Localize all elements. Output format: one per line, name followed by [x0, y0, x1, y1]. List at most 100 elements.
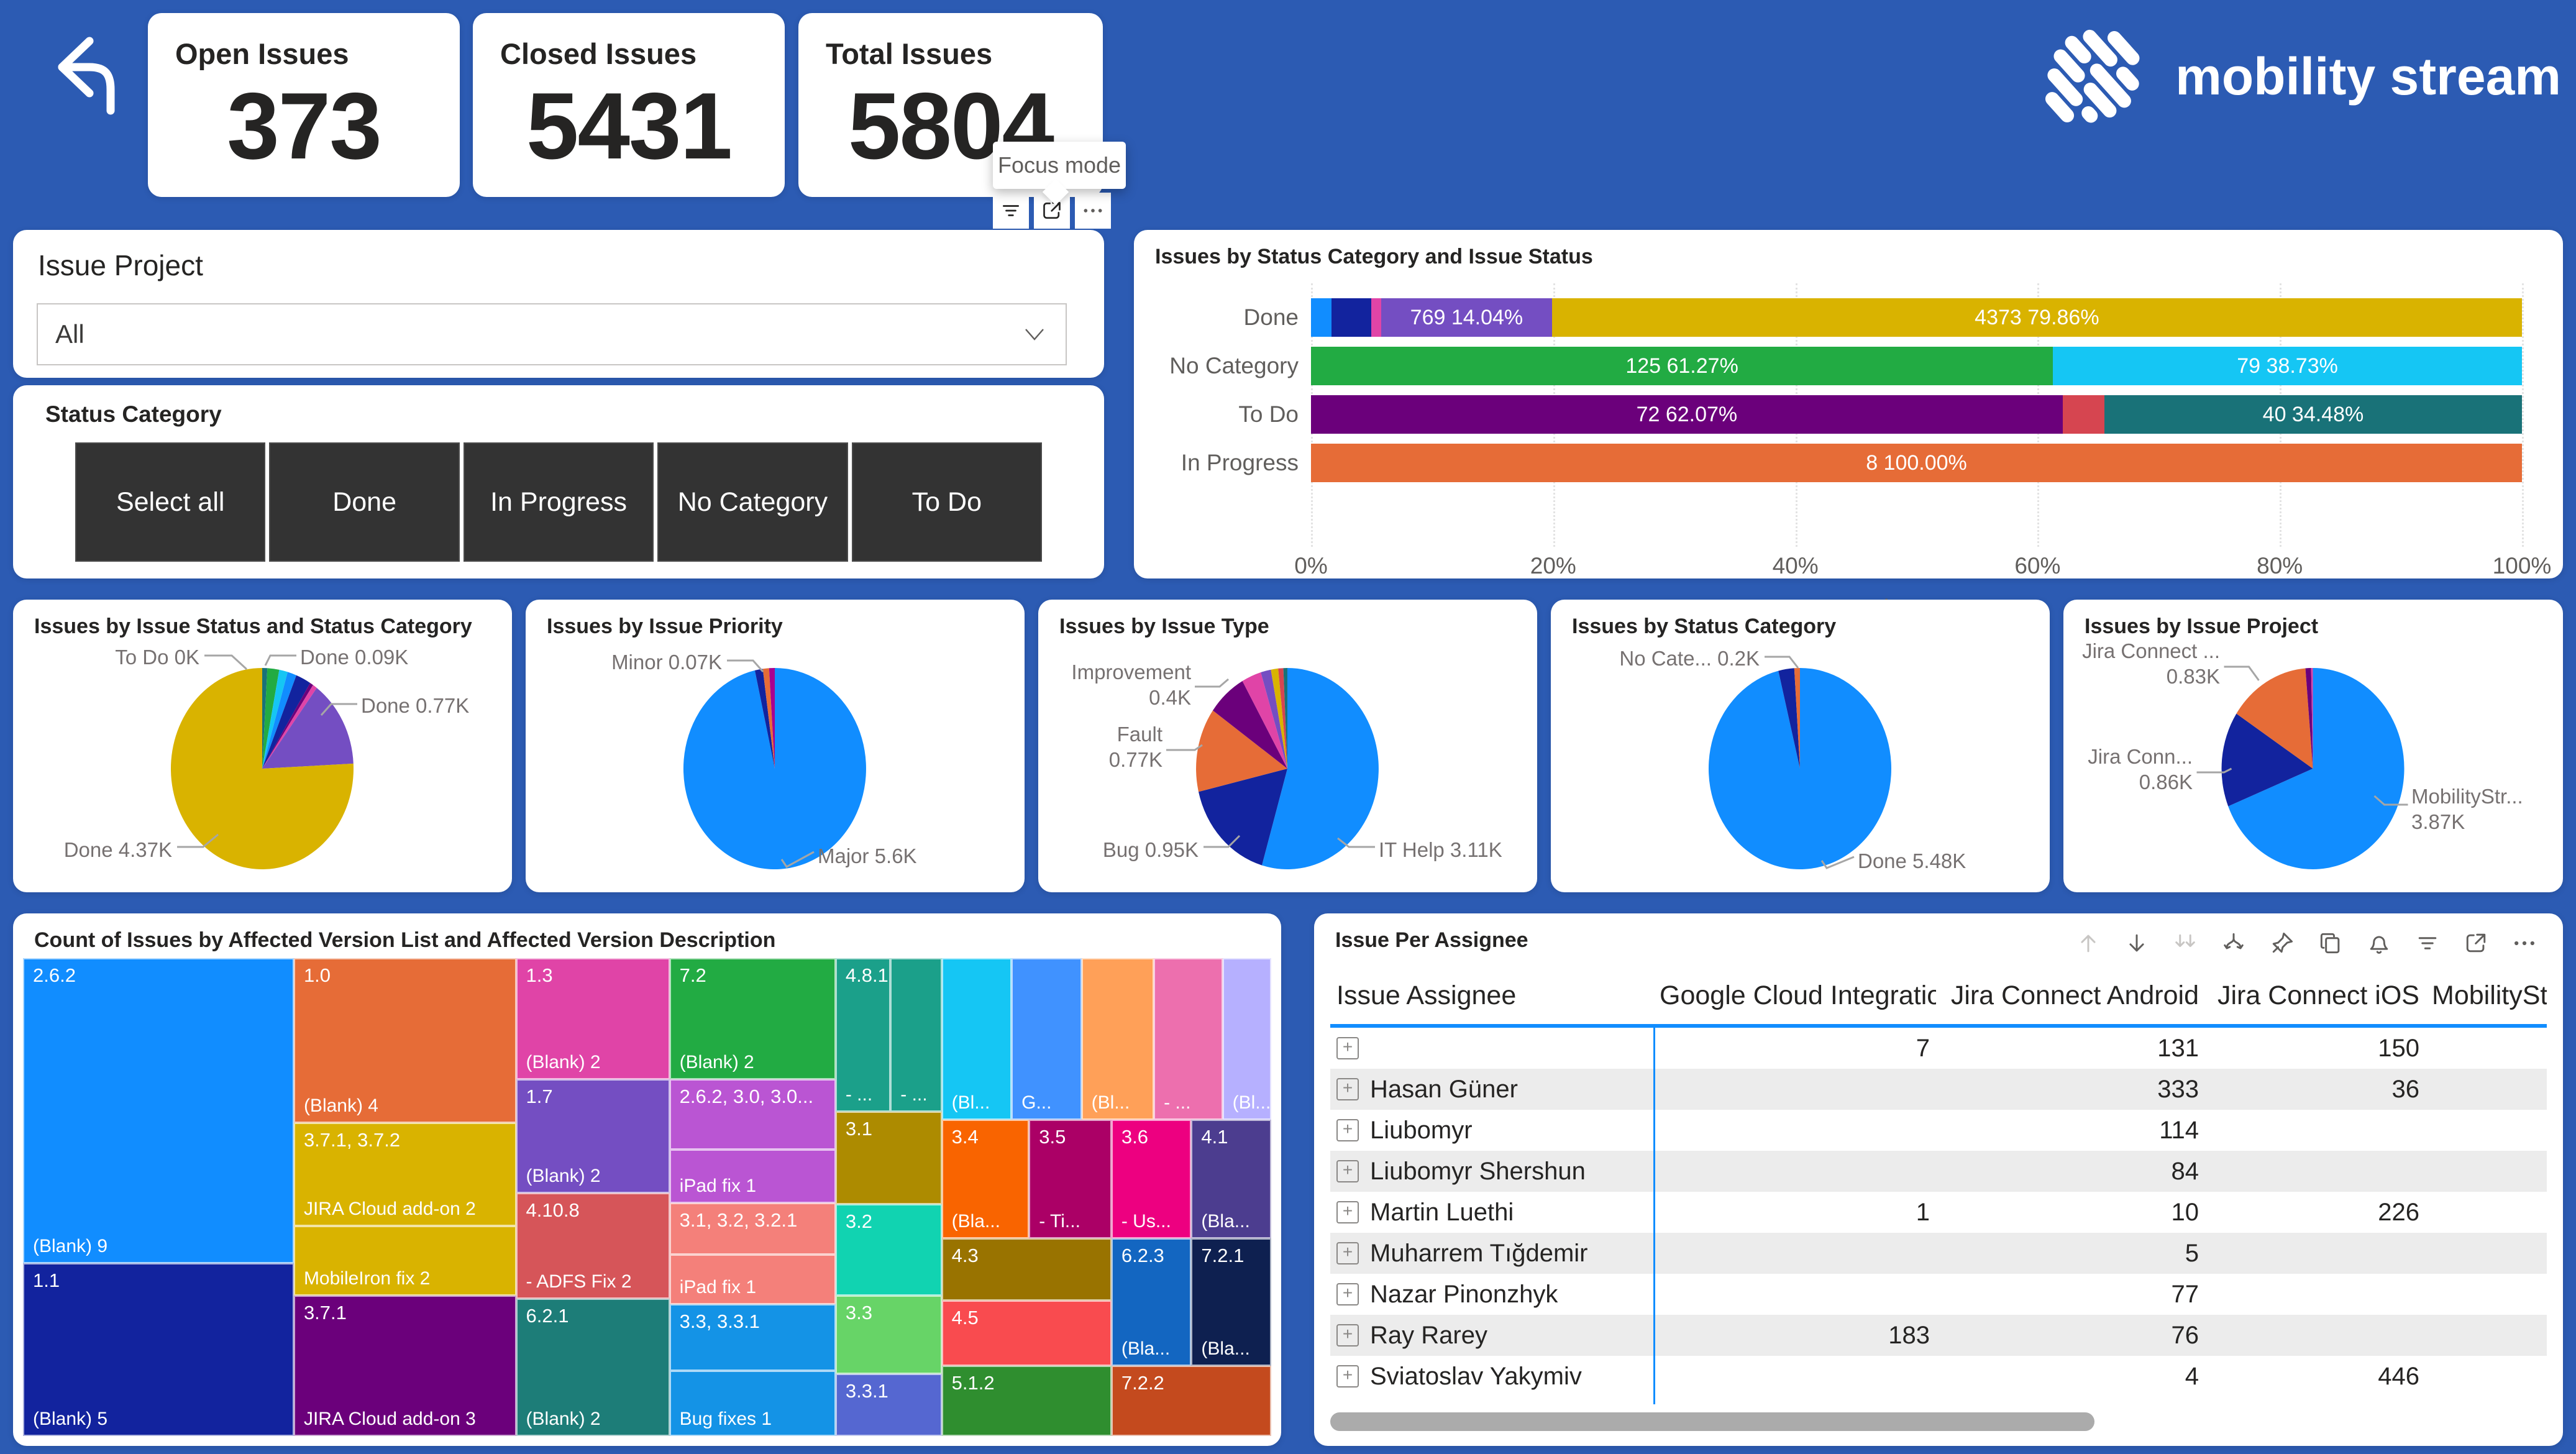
expand-icon[interactable]: +	[1336, 1324, 1359, 1347]
treemap-tile[interactable]: 4.10.8 - ADFS Fix 2	[516, 1193, 670, 1299]
arrow-up-icon[interactable]	[2075, 930, 2102, 957]
focus-mode-icon[interactable]	[2462, 930, 2490, 957]
bar-segment[interactable]	[1311, 298, 1331, 337]
slicer-button-to-do[interactable]: To Do	[852, 442, 1042, 562]
treemap-tile[interactable]: 6.2.3 (Bla...	[1112, 1238, 1192, 1366]
bar-segment[interactable]	[2063, 395, 2104, 434]
expand-icon[interactable]: +	[1336, 1160, 1359, 1182]
treemap-tile[interactable]: 3.3	[836, 1296, 942, 1374]
column-header[interactable]: Jira Connect Android	[1936, 981, 2205, 1011]
treemap-tile[interactable]: (Bl...	[1223, 958, 1271, 1120]
table-row[interactable]: +Sviatoslav Yakymiv4446	[1330, 1356, 2547, 1397]
drill-down-icon[interactable]	[2220, 930, 2247, 957]
table-row[interactable]: +7131150	[1330, 1028, 2547, 1069]
treemap-tile[interactable]: 2.6.2 (Blank) 9	[23, 958, 294, 1263]
treemap-tile[interactable]: - ...	[890, 958, 941, 1112]
treemap-tile[interactable]: 3.1, 3.2, 3.2.1	[670, 1203, 836, 1255]
treemap-tile[interactable]: 4.8.1, 4.9 - ...	[836, 958, 890, 1112]
treemap-tile[interactable]: 5.1.2	[942, 1366, 1112, 1436]
treemap-tile[interactable]: MobileIron fix 2	[294, 1226, 516, 1296]
bar-segment[interactable]: 8 100.00%	[1311, 444, 2522, 482]
treemap-tile[interactable]: iPad fix 1	[670, 1150, 836, 1203]
horizontal-scrollbar[interactable]	[1330, 1412, 2094, 1431]
bar-segment[interactable]	[1331, 298, 1371, 337]
treemap-tile[interactable]: 7.2 (Blank) 2	[670, 958, 836, 1079]
bell-icon[interactable]	[2365, 930, 2393, 957]
bar-segment[interactable]	[1371, 298, 1381, 337]
kpi-card-closed-issues: Closed Issues 5431	[473, 13, 785, 197]
bar-segment[interactable]: 40 34.48%	[2104, 395, 2522, 434]
back-button[interactable]	[30, 24, 129, 123]
more-options-icon[interactable]	[1080, 198, 1105, 223]
treemap-tile[interactable]: 1.3 (Blank) 2	[516, 958, 670, 1079]
treemap-tile[interactable]: 7.2.2	[1112, 1366, 1271, 1436]
expand-icon[interactable]: +	[1336, 1242, 1359, 1264]
filter-icon[interactable]	[998, 198, 1023, 223]
treemap-tile[interactable]: (Bl...	[942, 958, 1012, 1120]
pin-icon[interactable]	[2268, 930, 2296, 957]
slicer-button-done[interactable]: Done	[269, 442, 459, 562]
treemap-tile[interactable]: 1.7 (Blank) 2	[516, 1079, 670, 1193]
treemap-tile[interactable]: 2.6.2, 3.0, 3.0...	[670, 1079, 836, 1150]
column-header[interactable]: MobilitySt	[2426, 981, 2547, 1011]
treemap-tile[interactable]: 4.3	[942, 1238, 1112, 1301]
treemap-tile[interactable]: 3.7.1, 3.7.2 JIRA Cloud add-on 2	[294, 1123, 516, 1225]
treemap-tile[interactable]: 1.0 (Blank) 4	[294, 958, 516, 1123]
bar-segment[interactable]: 125 61.27%	[1311, 347, 2053, 385]
slicer-button-select-all[interactable]: Select all	[75, 442, 265, 562]
treemap-tile[interactable]: 4.1 (Bla...	[1191, 1120, 1271, 1238]
expand-icon[interactable]: +	[1336, 1365, 1359, 1388]
bar-segment[interactable]: 72 62.07%	[1311, 395, 2063, 434]
filter-icon[interactable]	[2414, 930, 2441, 957]
bar-segment[interactable]: 769 14.04%	[1381, 298, 1552, 337]
expand-icon[interactable]: +	[1336, 1201, 1359, 1223]
double-arrow-down-icon[interactable]	[2172, 930, 2199, 957]
treemap-tile[interactable]: 4.5	[942, 1301, 1112, 1366]
column-header[interactable]: Jira Connect iOS	[2205, 981, 2426, 1011]
more-options-button[interactable]	[1075, 193, 1111, 229]
table-row[interactable]: +Nazar Pinonzhyk77	[1330, 1274, 2547, 1315]
treemap-tile[interactable]: Bug fixes 1	[670, 1371, 836, 1436]
table-row[interactable]: +Martin Luethi110226	[1330, 1192, 2547, 1233]
expand-icon[interactable]: +	[1336, 1283, 1359, 1305]
treemap-tile[interactable]: 3.3.1	[836, 1374, 942, 1436]
slicer-button-in-progress[interactable]: In Progress	[464, 442, 654, 562]
table-row[interactable]: +Liubomyr Shershun84	[1330, 1151, 2547, 1192]
table-row[interactable]: +Hasan Güner33336	[1330, 1069, 2547, 1110]
expand-icon[interactable]: +	[1336, 1037, 1359, 1059]
tile-label: 1.7	[526, 1086, 553, 1108]
table-row[interactable]: +Muharrem Tığdemir5	[1330, 1233, 2547, 1274]
copy-icon[interactable]	[2317, 930, 2344, 957]
table-cell: 333	[1936, 1076, 2205, 1104]
arrow-down-icon[interactable]	[2123, 930, 2150, 957]
treemap-tile[interactable]: 6.2.1 (Blank) 2	[516, 1299, 670, 1436]
treemap-tile[interactable]: - ...	[1154, 958, 1222, 1120]
treemap-tile[interactable]: iPad fix 1	[670, 1255, 836, 1304]
bar-segment[interactable]: 4373 79.86%	[1552, 298, 2522, 337]
tile-label: 3.1	[846, 1118, 872, 1140]
filter-button[interactable]	[993, 193, 1029, 229]
bar-segment[interactable]: 79 38.73%	[2053, 347, 2522, 385]
treemap-tile[interactable]: (Bl...	[1082, 958, 1154, 1120]
treemap-tile[interactable]: 3.2	[836, 1204, 942, 1296]
treemap-tile[interactable]: 3.5 - Ti...	[1029, 1120, 1112, 1238]
slicer-button-no-category[interactable]: No Category	[657, 442, 847, 562]
issue-project-dropdown[interactable]: All	[37, 303, 1067, 365]
expand-icon[interactable]: +	[1336, 1078, 1359, 1100]
column-header[interactable]: Issue Assignee	[1330, 981, 1653, 1011]
treemap-tile[interactable]: 3.1	[836, 1112, 942, 1204]
expand-icon[interactable]: +	[1336, 1119, 1359, 1141]
treemap-tile[interactable]: 7.2.1 (Bla...	[1191, 1238, 1271, 1366]
treemap-tile[interactable]: 1.1 (Blank) 5	[23, 1263, 294, 1436]
treemap-tile[interactable]: 3.3, 3.3.1	[670, 1304, 836, 1371]
tile-label: 3.3	[846, 1302, 872, 1324]
treemap-tile[interactable]: G...	[1012, 958, 1082, 1120]
table-row[interactable]: +Liubomyr114	[1330, 1110, 2547, 1151]
table-row[interactable]: +Ray Rarey18376	[1330, 1315, 2547, 1356]
column-header[interactable]: Google Cloud Integration	[1653, 981, 1936, 1011]
treemap-tile[interactable]: 3.6 - Us...	[1112, 1120, 1192, 1238]
treemap-tile[interactable]: 3.4 (Bla...	[942, 1120, 1030, 1238]
treemap-tile[interactable]: 3.7.1 JIRA Cloud add-on 3	[294, 1296, 516, 1436]
more-options-icon[interactable]	[2511, 930, 2538, 957]
slicer-title: Status Category	[45, 401, 222, 428]
